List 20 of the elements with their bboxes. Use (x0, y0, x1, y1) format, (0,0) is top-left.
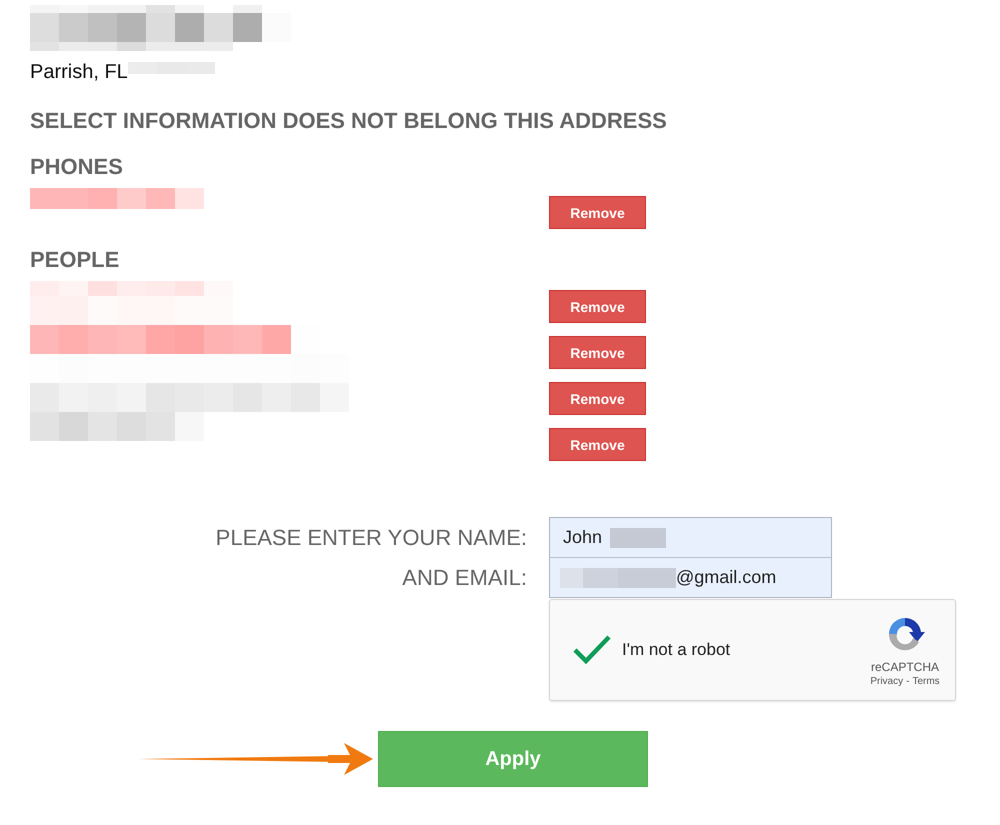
city-text: Parrish, FL (30, 60, 128, 85)
captcha-label: I'm not a robot (622, 640, 730, 660)
captcha-link[interactable]: Terms (912, 676, 940, 687)
captcha-brand: reCAPTCHA (870, 660, 939, 674)
checkmark-icon[interactable] (572, 634, 612, 666)
remove-button[interactable]: Remove (549, 196, 646, 229)
email-label: AND EMAIL: (402, 565, 527, 592)
email-field[interactable]: @gmail.com (549, 557, 832, 598)
remove-button[interactable]: Remove (549, 382, 646, 415)
remove-button[interactable]: Remove (549, 290, 646, 323)
remove-button[interactable]: Remove (549, 428, 646, 461)
remove-button[interactable]: Remove (549, 336, 646, 369)
captcha-link[interactable]: Privacy (870, 676, 904, 687)
section-heading: SELECT INFORMATION DOES NOT BELONG THIS ADDRESS (30, 107, 668, 135)
section-title: PHONES (30, 153, 124, 181)
separator-text: - (906, 676, 910, 687)
section-title: PEOPLE (30, 246, 120, 274)
name-field[interactable]: John (549, 517, 832, 557)
name-label: PLEASE ENTER YOUR NAME: (216, 525, 527, 552)
apply-button[interactable]: Apply (378, 731, 648, 787)
